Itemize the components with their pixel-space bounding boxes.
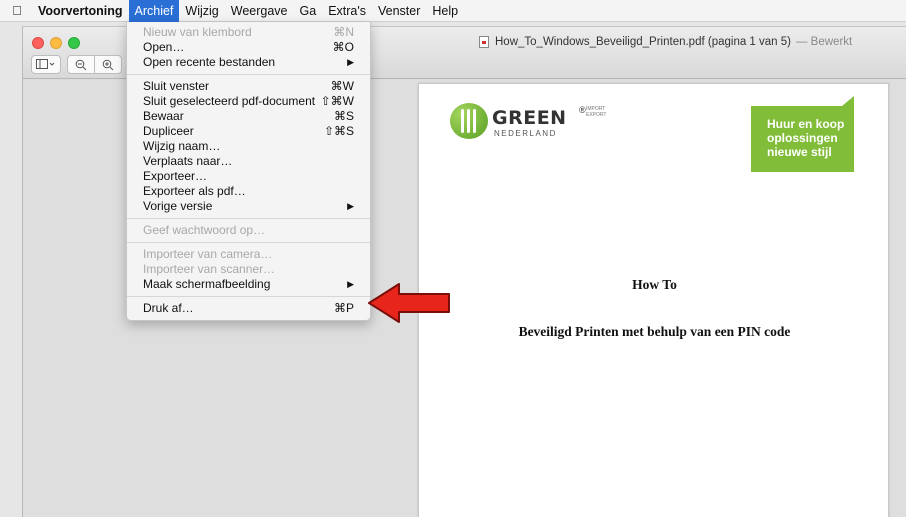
logo-subtitle: NEDERLAND xyxy=(494,129,557,138)
document-subheading: Beveiligd Printen met behulp van een PIN… xyxy=(518,324,791,339)
promo-badge: Huur en koop oplossingen nieuwe stijl xyxy=(751,96,854,172)
menu-item-wijzig-naam[interactable]: Wijzig naam… xyxy=(127,139,370,154)
sidebar-icon xyxy=(36,59,55,69)
menu-item-nieuw-van-klembord: Nieuw van klembord ⌘N xyxy=(143,25,354,39)
submenu-arrow-icon: ▶ xyxy=(347,201,354,211)
window-title-text: How_To_Windows_Beveiligd_Printen.pdf (pa… xyxy=(495,36,791,48)
minimize-button[interactable] xyxy=(50,37,62,49)
menu-item-exporteer[interactable]: Exporteer… xyxy=(127,169,370,184)
zoom-in-icon xyxy=(102,59,114,70)
menu-item-verplaats-naar[interactable]: Verplaats naar… xyxy=(127,154,370,169)
submenu-arrow-icon: ▶ xyxy=(347,57,354,67)
submenu-arrow-icon: ▶ xyxy=(347,279,354,289)
logo-tagline: IMPORT EXPORT xyxy=(586,106,607,118)
menu-voorvertoning[interactable]: Voorvertoning xyxy=(34,0,129,22)
menu-separator xyxy=(127,218,370,219)
menu-item-bewaar[interactable]: Bewaar ⌘S xyxy=(127,109,370,124)
menu-bar:  Voorvertoning Archief Wijzig Weergave … xyxy=(0,0,906,22)
menu-item-importeer-scanner: Importeer van scanner… xyxy=(143,262,276,276)
green-logo: GREEN ® IMPORT EXPORT NEDERLAND xyxy=(450,103,606,143)
menu-venster[interactable]: Venster xyxy=(372,0,426,22)
window-title: How_To_Windows_Beveiligd_Printen.pdf (pa… xyxy=(479,36,852,48)
sidebar-toggle-button[interactable] xyxy=(31,55,61,74)
logo-registered: ® xyxy=(579,105,586,115)
menu-item-exporteer-pdf[interactable]: Exporteer als pdf… xyxy=(127,184,370,199)
apple-icon[interactable]:  xyxy=(0,3,34,18)
edited-status: — Bewerkt xyxy=(795,36,853,48)
menu-archief[interactable]: Archief xyxy=(128,0,180,22)
zoom-button[interactable] xyxy=(68,37,80,49)
menu-item-druk-af[interactable]: Druk af… ⌘P xyxy=(127,301,370,316)
zoom-out-icon xyxy=(75,59,87,70)
close-button[interactable] xyxy=(32,37,44,49)
pdf-page: GREEN ® IMPORT EXPORT NEDERLAND Huur en k… xyxy=(418,83,889,517)
pdf-document-icon xyxy=(479,36,489,48)
menu-item-open-recent[interactable]: Open recente bestanden ▶ xyxy=(127,55,370,70)
document-heading: How To xyxy=(632,277,677,292)
zoom-out-button[interactable] xyxy=(67,55,95,74)
red-arrow-icon xyxy=(368,283,450,323)
menu-item-wachtwoord: Geef wachtwoord op… xyxy=(143,223,266,237)
menu-extras[interactable]: Extra's xyxy=(322,0,372,22)
menu-weergave[interactable]: Weergave xyxy=(225,0,294,22)
menu-item-dupliceer[interactable]: Dupliceer ⇧⌘S xyxy=(127,124,370,139)
logo-brand: GREEN xyxy=(492,107,567,129)
menu-item-sluit-venster[interactable]: Sluit venster ⌘W xyxy=(127,79,370,94)
menu-separator xyxy=(127,242,370,243)
menu-separator xyxy=(127,74,370,75)
menu-item-open[interactable]: Open… ⌘O xyxy=(127,40,370,55)
zoom-in-button[interactable] xyxy=(94,55,122,74)
menu-wijzig[interactable]: Wijzig xyxy=(179,0,224,22)
menu-separator xyxy=(127,296,370,297)
green-logo-mark xyxy=(450,103,488,139)
menu-help[interactable]: Help xyxy=(426,0,464,22)
menu-item-schermafbeelding[interactable]: Maak schermafbeelding ▶ xyxy=(127,277,370,292)
menu-item-vorige-versie[interactable]: Vorige versie ▶ xyxy=(127,199,370,214)
menu-ga[interactable]: Ga xyxy=(294,0,323,22)
menu-item-importeer-camera: Importeer van camera… xyxy=(143,247,273,261)
archief-menu: Nieuw van klembord ⌘N Open… ⌘O Open recent… xyxy=(126,22,371,321)
menu-item-sluit-pdf[interactable]: Sluit geselecteerd pdf-document ⇧⌘W xyxy=(127,94,370,109)
